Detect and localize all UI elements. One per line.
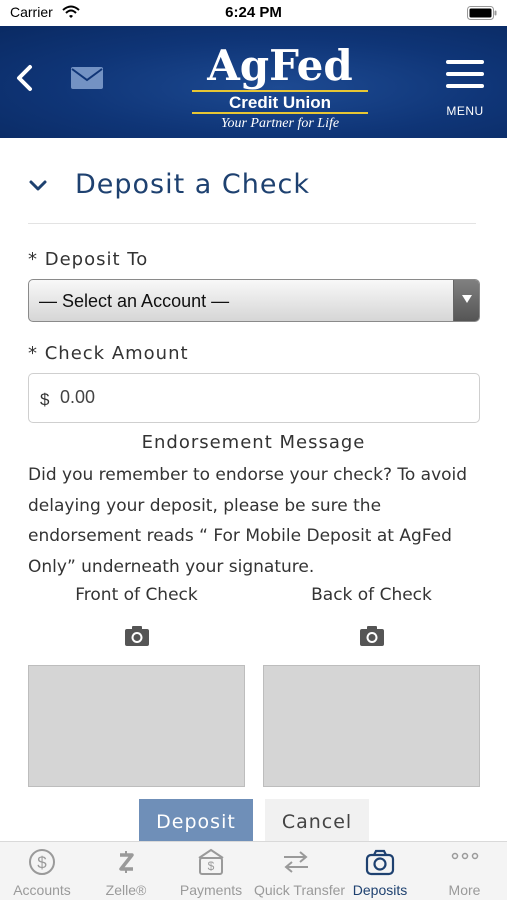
tab-bar: $ Accounts Zelle® $ Payments Quick Trans…: [0, 841, 507, 900]
svg-text:$: $: [208, 859, 215, 873]
endorsement-message: Did you remember to endorse your check? …: [28, 465, 468, 577]
hamburger-icon: [446, 60, 484, 88]
tab-accounts[interactable]: $ Accounts: [0, 842, 84, 900]
app-header: AgFed Credit Union Your Partner for Life…: [0, 26, 507, 138]
tab-zelle-label: Zelle®: [105, 882, 147, 898]
deposit-to-label: * Deposit To: [28, 249, 149, 270]
back-check-label: Back of Check: [311, 585, 432, 605]
back-check-image[interactable]: [263, 665, 480, 787]
payments-icon: $: [198, 848, 224, 875]
svg-text:$: $: [37, 853, 47, 872]
zelle-icon: [119, 851, 134, 873]
check-amount-label: * Check Amount: [28, 343, 189, 364]
dollar-circle-icon: $: [29, 849, 55, 875]
status-bar: Carrier 6:24 PM: [0, 0, 507, 26]
clock: 6:24 PM: [225, 4, 282, 21]
chevron-left-icon: [17, 65, 32, 91]
camera-icon[interactable]: [124, 625, 150, 647]
transfer-arrows-icon: [284, 851, 308, 873]
tab-deposits[interactable]: Deposits: [338, 842, 422, 900]
endorsement-title: Endorsement Message: [141, 432, 366, 453]
battery-icon: [467, 6, 497, 20]
agfed-logo: AgFed Credit Union Your Partner for Life: [192, 41, 368, 130]
logo-tagline: Your Partner for Life: [221, 116, 339, 130]
tab-deposits-label: Deposits: [352, 882, 408, 898]
amount-value: 0.00: [60, 387, 96, 407]
back-check-section: Back of Check: [263, 585, 480, 787]
section-header[interactable]: Deposit a Check: [28, 164, 476, 224]
tab-quick-transfer[interactable]: Quick Transfer: [254, 842, 346, 900]
check-amount-input[interactable]: $ 0.00: [28, 373, 480, 423]
camera-icon[interactable]: [359, 625, 385, 647]
account-select[interactable]: — Select an Account —: [28, 279, 480, 322]
logo-subtitle: Credit Union: [229, 93, 331, 112]
logo-text: AgFed: [206, 41, 353, 90]
camera-icon: [365, 849, 395, 876]
tab-payments[interactable]: $ Payments: [168, 842, 254, 900]
back-button[interactable]: [8, 58, 40, 98]
tab-payments-label: Payments: [179, 882, 243, 898]
chevron-down-icon: [29, 180, 47, 191]
tab-more-label: More: [448, 882, 481, 898]
more-dots-icon: [451, 852, 478, 860]
page-title: Deposit a Check: [75, 169, 310, 200]
currency-symbol: $: [40, 390, 50, 409]
mail-icon[interactable]: [70, 64, 104, 92]
select-arrow: [453, 280, 479, 321]
tab-more[interactable]: More: [422, 842, 507, 900]
tab-accounts-label: Accounts: [13, 882, 71, 898]
front-check-section: Front of Check: [28, 585, 245, 787]
menu-button[interactable]: MENU: [438, 54, 492, 124]
cancel-button[interactable]: Cancel: [265, 799, 369, 845]
front-check-image[interactable]: [28, 665, 245, 787]
menu-label: MENU: [446, 104, 484, 118]
deposit-button[interactable]: Deposit: [139, 799, 253, 845]
tab-zelle[interactable]: Zelle®: [84, 842, 168, 900]
tab-quick-transfer-label: Quick Transfer: [254, 882, 346, 898]
account-select-value: — Select an Account —: [39, 291, 230, 311]
front-check-label: Front of Check: [75, 585, 198, 605]
triangle-down-icon: [462, 295, 472, 303]
